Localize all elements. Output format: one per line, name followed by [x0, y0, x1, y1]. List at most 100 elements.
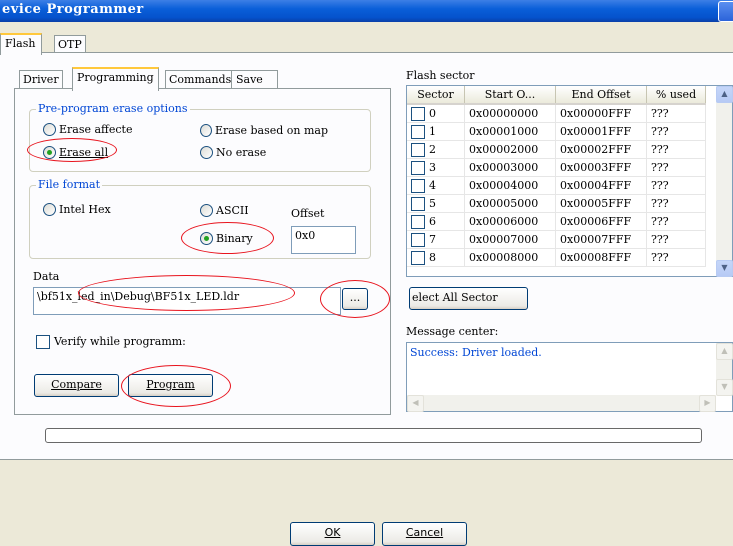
- tab-driver[interactable]: Driver: [19, 70, 63, 89]
- scroll-up-icon[interactable]: ▲: [716, 343, 733, 360]
- annotation-ellipse: [181, 222, 274, 254]
- tab-commands-label: Commands: [169, 73, 232, 86]
- cell-text: 0x00006FFF: [560, 215, 632, 228]
- table-row[interactable]: 2 0x00002000 0x00002FFF???: [407, 140, 706, 159]
- cell-text: ???: [651, 161, 669, 174]
- cell-text: 0x00003000: [469, 161, 539, 174]
- table-row[interactable]: 3 0x00003000 0x00003FFF???: [407, 158, 706, 177]
- verify-checkbox[interactable]: Verify while programm:: [36, 335, 186, 349]
- cell-text: 0x00003FFF: [560, 161, 632, 174]
- tab-commands[interactable]: Commands: [165, 70, 236, 89]
- cell-text: 1: [429, 124, 436, 138]
- ascii-label: ASCII: [216, 204, 249, 217]
- end-cell: 0x00006FFF: [555, 212, 647, 231]
- cell-text: ???: [651, 251, 669, 264]
- end-cell: 0x00000FFF: [555, 104, 647, 123]
- checkbox-icon[interactable]: [411, 196, 425, 211]
- table-row[interactable]: 8 0x00008000 0x00008FFF???: [407, 248, 706, 267]
- tab-flash[interactable]: Flash: [0, 33, 43, 55]
- sector-scrollbar[interactable]: ▲ ▼: [716, 86, 733, 277]
- cell-text: 0x00008FFF: [560, 251, 632, 264]
- cell-text: ???: [651, 179, 669, 192]
- cancel-label: Cancel: [405, 526, 444, 539]
- scroll-right-icon[interactable]: ▶: [699, 395, 716, 412]
- window-title: evice Programmer: [2, 2, 144, 17]
- file-format-legend: File format: [36, 178, 103, 191]
- intel-hex-radio[interactable]: Intel Hex: [43, 203, 111, 216]
- start-cell: 0x00004000: [464, 176, 556, 195]
- checkbox-icon[interactable]: [411, 160, 425, 175]
- no-erase-label: No erase: [216, 146, 267, 159]
- sector-cell: 7: [407, 230, 465, 249]
- annotation-ellipse: [121, 365, 231, 407]
- erase-map-label: Erase based on map: [214, 124, 328, 137]
- cell-text: 4: [429, 178, 436, 192]
- start-cell: 0x00002000: [464, 140, 556, 159]
- cell-text: 0x00005FFF: [560, 197, 632, 210]
- message-hscrollbar[interactable]: ◀ ▶: [407, 395, 716, 412]
- checkbox-icon: [36, 335, 50, 349]
- cell-text: 3: [429, 160, 436, 174]
- data-label: Data: [33, 270, 60, 283]
- title-bar: evice Programmer: [0, 0, 733, 22]
- table-row[interactable]: 6 0x00006000 0x00006FFF???: [407, 212, 706, 231]
- table-row[interactable]: 1 0x00001000 0x00001FFF???: [407, 122, 706, 141]
- annotation-ellipse: [320, 280, 390, 318]
- cell-text: 0x00007000: [469, 233, 539, 246]
- cell-text: 6: [429, 214, 436, 228]
- flash-sector-list[interactable]: Sector Start O... End Offset % used 0 0x0…: [406, 85, 733, 277]
- scroll-down-icon[interactable]: ▼: [716, 260, 733, 277]
- end-cell: 0x00004FFF: [555, 176, 647, 195]
- checkbox-icon[interactable]: [411, 106, 425, 121]
- cell-text: 2: [429, 142, 436, 156]
- no-erase-radio[interactable]: No erase: [200, 146, 266, 159]
- cancel-button[interactable]: Cancel: [382, 522, 467, 546]
- offset-input[interactable]: 0x0: [291, 226, 356, 254]
- erase-map-radio[interactable]: Erase based on map: [200, 124, 328, 137]
- checkbox-icon[interactable]: [411, 142, 425, 157]
- col-end[interactable]: End Offset: [555, 86, 647, 105]
- cell-text: ???: [651, 143, 669, 156]
- annotation-ellipse: [78, 275, 295, 311]
- message-vscrollbar[interactable]: ▲ ▼: [716, 343, 733, 396]
- erase-affected-label: Erase affecte: [59, 123, 133, 136]
- checkbox-icon[interactable]: [411, 250, 425, 265]
- table-row[interactable]: 4 0x00004000 0x00004FFF???: [407, 176, 706, 195]
- tab-save[interactable]: Save: [231, 70, 278, 89]
- col-sector[interactable]: Sector: [407, 86, 465, 105]
- sector-cell: 3: [407, 158, 465, 177]
- col-used[interactable]: % used: [646, 86, 706, 105]
- col-start[interactable]: Start O...: [464, 86, 556, 105]
- radio-icon: [43, 203, 56, 216]
- ascii-radio[interactable]: ASCII: [200, 204, 249, 217]
- used-cell: ???: [646, 104, 706, 123]
- select-all-sector-button[interactable]: elect All Sector: [409, 287, 528, 310]
- tab-driver-label: Driver: [23, 73, 59, 86]
- compare-button[interactable]: Compare: [34, 374, 119, 397]
- scroll-down-icon[interactable]: ▼: [716, 379, 733, 396]
- table-row[interactable]: 5 0x00005000 0x00005FFF???: [407, 194, 706, 213]
- checkbox-icon[interactable]: [411, 178, 425, 193]
- checkbox-icon[interactable]: [411, 124, 425, 139]
- table-row[interactable]: 0 0x00000000 0x00000FFF???: [407, 104, 706, 123]
- checkbox-icon[interactable]: [411, 232, 425, 247]
- cell-text: 0x00000FFF: [560, 107, 632, 120]
- cell-text: 0x00006000: [469, 215, 539, 228]
- used-cell: ???: [646, 194, 706, 213]
- end-cell: 0x00003FFF: [555, 158, 647, 177]
- cell-text: 0x00007FFF: [560, 233, 632, 246]
- cell-text: 8: [429, 250, 436, 264]
- checkbox-icon[interactable]: [411, 214, 425, 229]
- scroll-left-icon[interactable]: ◀: [407, 395, 424, 412]
- used-cell: ???: [646, 122, 706, 141]
- erase-affected-radio[interactable]: Erase affecte: [43, 123, 132, 136]
- erase-options-legend: Pre-program erase options: [36, 102, 190, 115]
- table-row[interactable]: 7 0x00007000 0x00007FFF???: [407, 230, 706, 249]
- tab-programming-label: Programming: [77, 71, 154, 84]
- window-control-button[interactable]: [718, 1, 733, 22]
- scroll-up-icon[interactable]: ▲: [716, 86, 733, 103]
- tab-programming[interactable]: Programming: [72, 67, 159, 91]
- ok-button[interactable]: OK: [290, 522, 375, 546]
- tab-save-label: Save: [236, 73, 263, 86]
- start-cell: 0x00006000: [464, 212, 556, 231]
